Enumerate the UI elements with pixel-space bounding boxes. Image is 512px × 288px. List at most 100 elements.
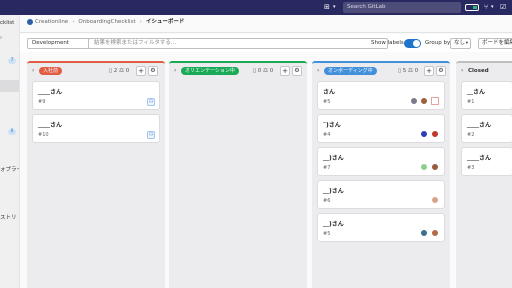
issue-number: #1: [467, 99, 475, 105]
avatar[interactable]: [431, 163, 439, 171]
issue-count: 5: [402, 68, 407, 74]
issue-number: #3: [467, 165, 475, 171]
group-by-dropdown[interactable]: なし ▾: [450, 38, 471, 49]
chevron-icon: ›: [0, 35, 2, 41]
board-list-onboarding: › オンボーディング中 ▯ 5 ⚖ 0 + ⚙ さん #5 ˜)さん #4 ＿)…: [312, 61, 450, 288]
sidebar-item-checklist[interactable]: cklist: [0, 20, 14, 26]
list-settings-button[interactable]: ⚙: [436, 66, 446, 76]
add-issue-button[interactable]: +: [280, 66, 290, 76]
breadcrumb-item[interactable]: Creationline: [35, 19, 68, 25]
issue-card[interactable]: ＿＿さん #10 ⚇: [32, 114, 160, 143]
top-navbar: ⊞ ▾ Search GitLab ⑂ ▾ ☑: [0, 0, 512, 15]
issue-card[interactable]: ＿さん #1: [461, 81, 512, 110]
issue-count: 2: [113, 68, 118, 74]
board-list-orientation: › オリエンテーション中 ▯ 0 ⚖ 0 + ⚙: [169, 61, 307, 288]
list-header: › オンボーディング中 ▯ 5 ⚖ 0 + ⚙: [312, 63, 450, 79]
issue-number: #2: [467, 132, 475, 138]
chevron-down-icon[interactable]: ▾: [491, 3, 494, 12]
weight-count: 0: [269, 68, 274, 74]
todo-icon[interactable]: ☑: [500, 3, 506, 12]
filter-bar: Development ▾ 結果を検索またはフィルタする... Show lab…: [20, 34, 512, 52]
list-counts: ▯ 5 ⚖ 0: [398, 68, 419, 74]
issue-card[interactable]: ＿)さん #5: [317, 213, 445, 242]
group-by-label: Group by: [425, 40, 451, 46]
assignee-icon[interactable]: ⚇: [147, 131, 155, 139]
avatar[interactable]: [431, 229, 439, 237]
merge-request-icon[interactable]: ⑂: [484, 3, 488, 12]
issue-title[interactable]: さん: [323, 87, 335, 96]
assignee-icon[interactable]: ⚇: [147, 98, 155, 106]
breadcrumb-current[interactable]: イシューボード: [146, 19, 185, 25]
edit-board-button[interactable]: ボードを編集: [478, 38, 512, 49]
issue-number: #10: [38, 132, 49, 138]
divider: [20, 32, 512, 33]
avatar[interactable]: [420, 229, 428, 237]
show-labels-toggle[interactable]: [404, 39, 421, 48]
chevron-right-icon[interactable]: ›: [461, 67, 463, 74]
sidebar-badge: 7: [8, 58, 16, 64]
chevron-down-icon: ▾: [465, 41, 468, 46]
chevron-right-icon[interactable]: ›: [317, 67, 319, 74]
sidebar-item-registry[interactable]: ストリ: [0, 213, 17, 221]
list-header: › オリエンテーション中 ▯ 0 ⚖ 0 + ⚙: [169, 63, 307, 79]
list-label[interactable]: Closed: [468, 67, 489, 75]
add-issue-button[interactable]: +: [136, 66, 146, 76]
issue-title[interactable]: ˜)さん: [323, 120, 341, 129]
filter-placeholder: 結果を検索またはフィルタする...: [94, 40, 177, 46]
avatar[interactable]: [431, 130, 439, 138]
search-input[interactable]: Search GitLab: [343, 2, 461, 13]
issue-number: #5: [323, 231, 331, 237]
filter-search-input[interactable]: 結果を検索またはフィルタする...: [88, 38, 388, 49]
issue-number: #5: [323, 99, 331, 105]
issue-title[interactable]: ＿さん: [467, 87, 485, 96]
weight-count: 0: [125, 68, 130, 74]
weight-count: 0: [414, 68, 419, 74]
group-logo-icon: [27, 18, 33, 25]
list-settings-button[interactable]: ⚙: [292, 66, 302, 76]
issue-number: #6: [323, 198, 331, 204]
issue-card[interactable]: ＿＿さん #9 ⚇: [32, 81, 160, 110]
issue-card[interactable]: ＿＿さん #2: [461, 114, 512, 143]
list-counts: ▯ 2 ⚖ 0: [109, 68, 130, 74]
issue-title[interactable]: ＿＿さん: [467, 153, 491, 162]
avatar[interactable]: [420, 130, 428, 138]
sidebar-badge: 0: [8, 129, 16, 135]
issue-number: #4: [323, 132, 331, 138]
chevron-right-icon[interactable]: ›: [174, 67, 176, 74]
issue-number: #7: [323, 165, 331, 171]
issue-title[interactable]: ＿＿さん: [38, 87, 62, 96]
issue-title[interactable]: ＿)さん: [323, 186, 344, 195]
breadcrumb-item[interactable]: OnboardingChecklist: [78, 19, 135, 25]
board-list-closed: › Closed ＿さん #1 ＿＿さん #2 ＿＿さん #3: [456, 61, 512, 288]
list-label[interactable]: 入社前: [39, 67, 63, 75]
list-header: › 入社前 ▯ 2 ⚖ 0 + ⚙: [27, 63, 165, 79]
avatar[interactable]: [431, 196, 439, 204]
avatar[interactable]: [420, 97, 428, 105]
sidebar-item-library[interactable]: ォプライア: [0, 165, 19, 173]
avatar[interactable]: [410, 97, 418, 105]
list-label[interactable]: オンボーディング中: [324, 67, 377, 75]
issue-card[interactable]: ＿)さん #7: [317, 147, 445, 176]
chevron-down-icon[interactable]: ▾: [333, 3, 336, 12]
sidebar-item-boards-active[interactable]: [0, 80, 19, 92]
add-issue-button[interactable]: +: [424, 66, 434, 76]
avatar[interactable]: [431, 97, 439, 105]
list-header: › Closed: [456, 63, 512, 79]
issues-icon[interactable]: [465, 4, 479, 11]
list-counts: ▯ 0 ⚖ 0: [253, 68, 274, 74]
issue-title[interactable]: ＿)さん: [323, 219, 344, 228]
issue-card[interactable]: ˜)さん #4: [317, 114, 445, 143]
board-list-pre-joining: › 入社前 ▯ 2 ⚖ 0 + ⚙ ＿＿さん #9 ⚇ ＿＿さん #10 ⚇: [27, 61, 165, 288]
issue-title[interactable]: ＿＿さん: [467, 120, 491, 129]
board-select-label: Development: [32, 40, 70, 46]
chevron-right-icon[interactable]: ›: [32, 67, 34, 74]
issue-card[interactable]: ＿)さん #6: [317, 180, 445, 209]
issue-title[interactable]: ＿)さん: [323, 153, 344, 162]
list-settings-button[interactable]: ⚙: [148, 66, 158, 76]
issue-card[interactable]: ＿＿さん #3: [461, 147, 512, 176]
list-label[interactable]: オリエンテーション中: [181, 67, 239, 75]
issue-title[interactable]: ＿＿さん: [38, 120, 62, 129]
avatar[interactable]: [420, 163, 428, 171]
plus-square-icon[interactable]: ⊞: [324, 3, 330, 12]
issue-card[interactable]: さん #5: [317, 81, 445, 110]
